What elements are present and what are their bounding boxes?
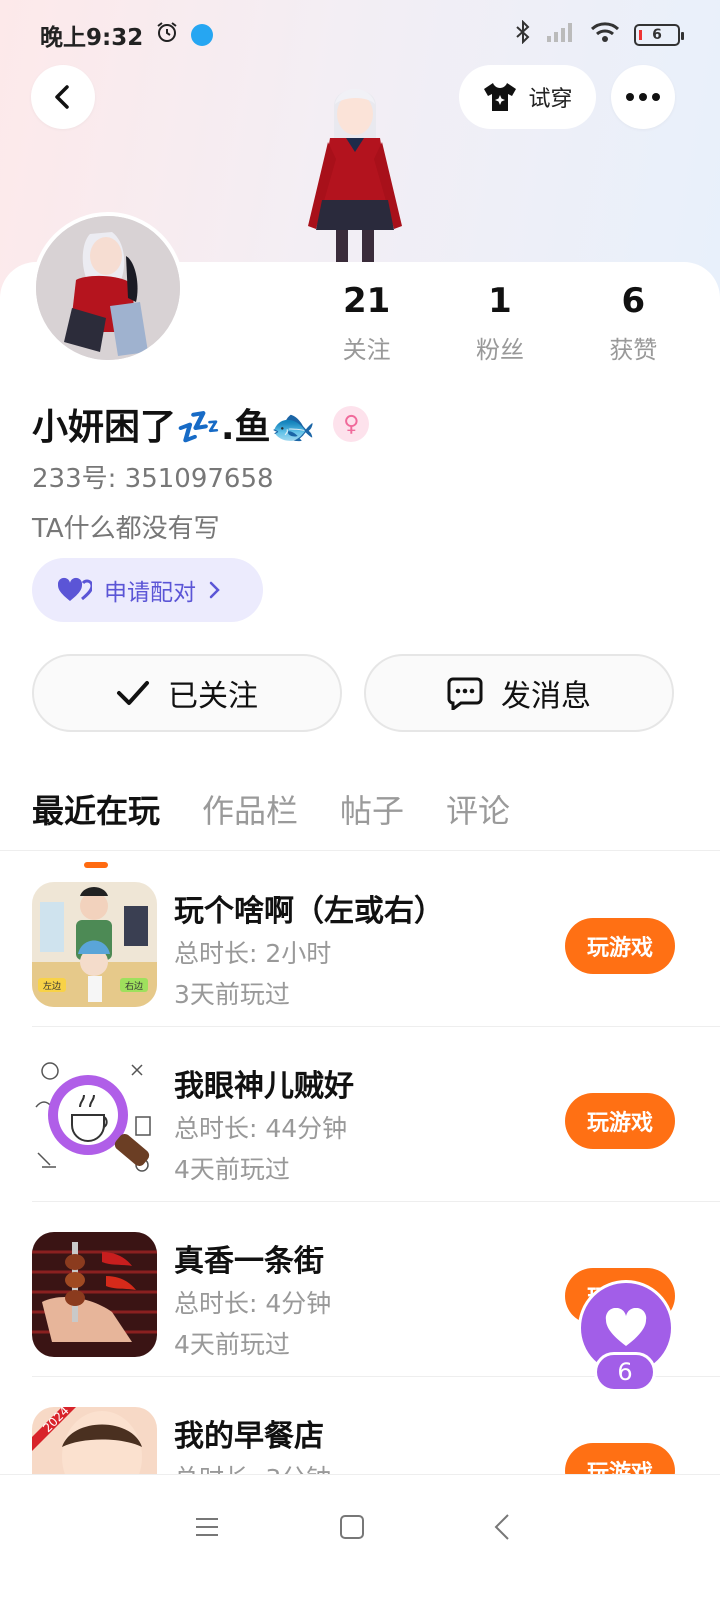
thumb-label-left: 左边 [43,980,61,992]
profile-id[interactable]: 233号: 351097658 [32,458,274,495]
stat-following-count: 21 [343,281,391,321]
game-thumbnail[interactable] [32,1232,157,1357]
wifi-icon [590,21,620,49]
game-thumbnail[interactable]: 2024 [32,1407,157,1476]
followed-button[interactable]: 已关注 [32,654,342,732]
stat-following[interactable]: 21 关注 [300,280,433,365]
tab-posts[interactable]: 帖子 [340,786,404,832]
game-title: 我眼神儿贼好 [174,1069,354,1104]
system-navigation-bar [0,1474,720,1600]
play-game-button[interactable]: 玩游戏 [565,1093,675,1149]
game-last-played: 4天前玩过 [174,1330,290,1359]
battery-level: 6 [652,27,662,43]
status-right-icons: 6 [514,19,684,50]
send-message-label: 发消息 [501,679,591,714]
stat-likes-label: 获赞 [609,336,658,364]
profile-stats: 21 关注 1 粉丝 6 获赞 [300,280,700,365]
menu-icon [196,1518,218,1536]
chevron-right-icon [209,581,220,599]
female-gender-icon: ♀ [333,406,370,442]
game-title: 真香一条街 [174,1244,324,1279]
game-thumbnail[interactable] [32,1057,157,1182]
game-last-played: 3天前玩过 [174,980,290,1009]
tab-comments[interactable]: 评论 [446,786,510,832]
tab-works[interactable]: 作品栏 [202,786,298,832]
back-triangle-icon [494,1514,509,1540]
send-message-button[interactable]: 发消息 [364,654,674,732]
app-notification-icon [191,24,214,46]
home-square-icon [340,1515,364,1539]
profile-bio: TA什么都没有写 [32,514,220,544]
profile-name: 小妍困了💤.鱼🐟 [32,407,316,448]
game-title: 玩个啥啊（左或右） [174,894,444,929]
alarm-icon [155,20,179,50]
stat-followers-count: 1 [488,281,512,321]
status-time: 晚上9:32 [40,25,144,51]
stat-followers[interactable]: 1 粉丝 [433,280,566,365]
chat-bubble-icon [447,677,483,710]
double-heart-icon [58,577,92,601]
list-item[interactable]: 左边 右边 玩个啥啊（左或右） 总时长: 2小时 3天前玩过 玩游戏 [0,852,720,1027]
apply-pairing-label: 申请配对 [104,580,196,606]
status-bar: 晚上9:32 6 [0,0,720,70]
stat-likes[interactable]: 6 获赞 [567,280,700,365]
home-nav-button[interactable] [332,1507,372,1547]
back-button[interactable] [31,65,95,129]
checkmark-icon [117,681,149,705]
followed-label: 已关注 [168,679,258,714]
avatar[interactable] [32,212,184,364]
menu-nav-button[interactable] [187,1507,227,1547]
tshirt-icon [484,83,517,111]
thumb-label-right: 右边 [125,980,143,992]
game-duration: 总时长: 2小时 [174,939,332,968]
heart-icon [605,1308,647,1346]
game-duration: 总时长: 4分钟 [174,1289,332,1318]
profile-name-row: 小妍困了💤.鱼🐟 ♀ [32,398,370,450]
avatar-character-figure[interactable] [290,76,420,264]
game-title: 我的早餐店 [174,1419,324,1454]
game-thumbnail[interactable]: 左边 右边 [32,882,157,1007]
list-item[interactable]: 我眼神儿贼好 总时长: 44分钟 4天前玩过 玩游戏 [0,1027,720,1202]
stat-likes-count: 6 [621,281,646,321]
like-count-badge: 6 [594,1352,656,1392]
play-game-button[interactable]: 玩游戏 [565,1443,675,1476]
apply-pairing-button[interactable]: 申请配对 [32,558,263,622]
stat-followers-label: 粉丝 [475,336,524,364]
profile-page: 晚上9:32 6 试穿 21 关注 1 粉丝 6 获赞 小妍困了💤.鱼🐟 ♀ 2… [0,0,720,1600]
back-nav-button[interactable] [482,1507,522,1547]
battery-icon: 6 [634,24,684,46]
game-duration: 总时长: 44分钟 [174,1114,348,1143]
bluetooth-icon [514,19,532,50]
signal-icon [546,21,576,49]
more-dots-icon [626,93,660,101]
tab-divider [0,850,720,851]
chevron-left-icon [55,85,69,109]
game-last-played: 4天前玩过 [174,1155,290,1184]
try-on-label: 试穿 [528,87,573,112]
more-button[interactable] [611,65,675,129]
tab-recently-played[interactable]: 最近在玩 [32,786,160,868]
play-game-button[interactable]: 玩游戏 [565,918,675,974]
try-on-button[interactable]: 试穿 [459,65,596,129]
profile-tabs: 最近在玩 作品栏 帖子 评论 [32,786,510,868]
stat-following-label: 关注 [342,336,391,364]
